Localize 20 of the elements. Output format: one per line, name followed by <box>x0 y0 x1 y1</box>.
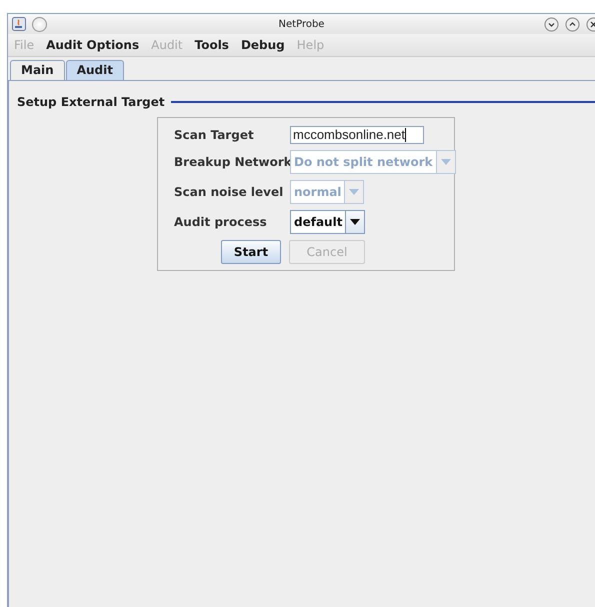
menu-item[interactable]: Debug <box>240 38 285 52</box>
menu-item[interactable]: Audit Options <box>46 38 140 52</box>
input-field[interactable]: mccombsonline.net <box>290 126 424 144</box>
field-label: Breakup Network <box>174 155 290 169</box>
field-label: Audit process <box>174 215 268 229</box>
window-title: NetProbe <box>278 18 324 30</box>
menu-item[interactable]: Tools <box>194 38 229 52</box>
field-label: Scan Target <box>174 128 255 142</box>
caret-icon <box>440 159 451 165</box>
caret-icon <box>350 219 360 225</box>
dropdown[interactable]: default <box>290 210 366 234</box>
caret-icon <box>349 189 360 195</box>
window-menu-button[interactable] <box>32 16 47 32</box>
tab[interactable]: Main <box>10 60 65 80</box>
field-label: Scan noise level <box>174 185 284 199</box>
maximize-icon[interactable] <box>565 16 580 32</box>
section-title: Setup External Target <box>17 95 165 109</box>
minimize-icon[interactable] <box>544 16 559 32</box>
dialog-button[interactable]: Start <box>221 240 281 264</box>
tab[interactable]: Audit <box>66 60 124 80</box>
